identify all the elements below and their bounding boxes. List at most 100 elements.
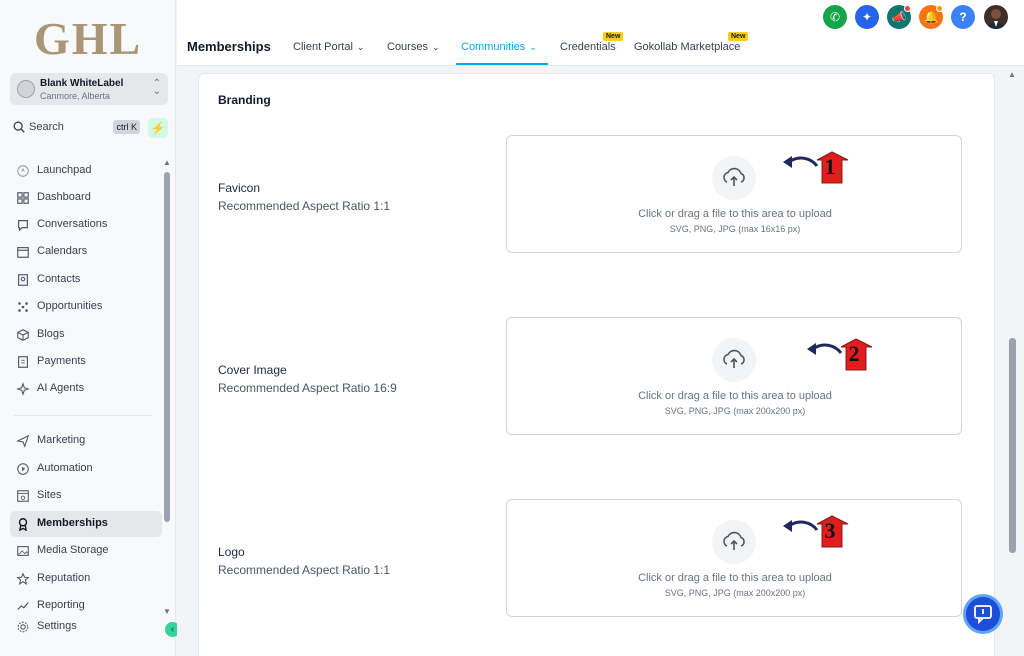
quick-action-bolt-icon[interactable]: ⚡ — [148, 118, 168, 138]
help-icon[interactable]: ? — [951, 5, 975, 29]
gear-icon — [17, 621, 29, 633]
sidebar-item-label: Reputation — [37, 572, 91, 584]
chevron-updown-icon: ⌃ ⌄ — [152, 78, 161, 97]
tab-communities[interactable]: Communities ⌄ — [461, 41, 537, 53]
search-icon — [13, 121, 25, 133]
sidebar-scroll-down-icon[interactable]: ▼ — [163, 607, 171, 616]
grid-icon — [17, 192, 29, 204]
user-avatar-icon — [987, 9, 1005, 29]
notification-dot — [936, 5, 943, 12]
sidebar-item-label: Contacts — [37, 273, 81, 285]
sidebar-item-marketing[interactable]: Marketing — [10, 428, 162, 454]
opportunities-icon — [18, 302, 28, 312]
sidebar-scrollbar[interactable] — [164, 172, 170, 522]
tab-label: Gokollab Marketplace — [634, 41, 741, 53]
logo-upload-dropzone[interactable]: Click or drag a file to this area to upl… — [506, 499, 962, 617]
phone-icon[interactable]: ✆ — [823, 5, 847, 29]
send-icon — [16, 434, 30, 448]
sidebar-item-dashboard[interactable]: Dashboard — [10, 185, 162, 211]
sidebar-item-memberships[interactable]: Memberships — [10, 511, 162, 537]
tab-label: Client Portal — [293, 41, 353, 53]
account-name: Blank WhiteLabel — [40, 78, 124, 89]
receipt-icon — [18, 356, 28, 368]
sidebar-item-automation[interactable]: Automation — [10, 456, 162, 482]
sparkle-icon — [16, 382, 30, 396]
magic-wand-icon[interactable]: ✦ — [855, 5, 879, 29]
tab-label: Communities — [461, 41, 526, 53]
sidebar-item-label: AI Agents — [37, 382, 85, 394]
sites-icon — [17, 490, 29, 502]
search-button[interactable]: Search ctrl K — [10, 118, 142, 138]
sidebar-item-settings[interactable]: Settings — [10, 614, 162, 640]
notification-dot — [904, 5, 911, 12]
main-scroll-up-icon[interactable]: ▲ — [1008, 70, 1016, 79]
sidebar-item-label: Dashboard — [37, 191, 91, 203]
sidebar-item-reputation[interactable]: Reputation — [10, 566, 162, 592]
sidebar-item-label: Blogs — [37, 328, 65, 340]
sidebar-item-calendars[interactable]: Calendars — [10, 239, 162, 265]
sidebar-item-sites[interactable]: Sites — [10, 483, 162, 509]
logo-title: Logo — [218, 545, 245, 559]
sidebar-item-conversations[interactable]: Conversations — [10, 212, 162, 238]
annotation-number: 1 — [824, 154, 836, 179]
sidebar-item-blogs[interactable]: Blogs — [10, 322, 162, 348]
chevron-down-icon: ⌄ — [529, 42, 537, 52]
cover-image-upload-dropzone[interactable]: Click or drag a file to this area to upl… — [506, 317, 962, 435]
sidebar-item-label: Media Storage — [37, 544, 109, 556]
page-title: Memberships — [187, 39, 271, 54]
cover-image-title: Cover Image — [218, 363, 287, 377]
tab-gokollab-marketplace[interactable]: Gokollab Marketplace — [634, 41, 740, 53]
sidebar-divider — [14, 415, 152, 416]
active-tab-indicator — [456, 63, 548, 65]
upload-hint: Click or drag a file to this area to upl… — [638, 390, 832, 402]
upload-icon — [712, 156, 756, 200]
upload-formats: SVG, PNG, JPG (max 200x200 px) — [664, 588, 806, 598]
account-avatar-icon — [17, 80, 35, 98]
main-scrollbar[interactable] — [1009, 338, 1016, 553]
upload-formats: SVG, PNG, JPG (max 200x200 px) — [664, 406, 806, 416]
favicon-subtitle: Recommended Aspect Ratio 1:1 — [218, 199, 391, 213]
star-icon — [16, 572, 30, 585]
tab-label: Credentials — [560, 41, 616, 53]
sidebar-item-payments[interactable]: Payments — [10, 349, 162, 375]
section-heading: Branding — [218, 93, 271, 107]
sidebar-item-label: Payments — [37, 355, 86, 367]
search-label: Search — [29, 121, 64, 133]
award-icon — [18, 518, 28, 531]
annotation-number: 2 — [848, 341, 860, 366]
account-switcher[interactable]: Blank WhiteLabel Canmore, Alberta ⌃ ⌄ — [10, 73, 168, 105]
rocket-icon — [17, 165, 29, 177]
upload-icon — [712, 338, 756, 382]
upload-hint: Click or drag a file to this area to upl… — [638, 208, 832, 220]
chat-support-button[interactable] — [963, 594, 1003, 634]
sidebar-item-label: Memberships — [37, 517, 108, 529]
sidebar-item-label: Calendars — [37, 245, 88, 257]
image-icon — [17, 546, 29, 556]
new-badge: New — [728, 32, 749, 41]
sidebar: GHL Blank WhiteLabel Canmore, Alberta ⌃ ⌄… — [0, 0, 180, 656]
sidebar-item-opportunities[interactable]: Opportunities — [10, 294, 162, 320]
avatar[interactable] — [984, 5, 1008, 29]
sidebar-item-label: Reporting — [37, 599, 85, 611]
sidebar-item-contacts[interactable]: Contacts — [10, 267, 162, 293]
sidebar-item-ai-agents[interactable]: AI Agents — [10, 376, 162, 402]
chat-icon — [18, 220, 28, 232]
trend-icon — [17, 602, 29, 610]
favicon-upload-dropzone[interactable]: Click or drag a file to this area to upl… — [506, 135, 962, 253]
search-shortcut: ctrl K — [113, 120, 140, 134]
sidebar-item-label: Sites — [37, 489, 62, 501]
sidebar-item-label: Settings — [37, 620, 77, 632]
sidebar-item-label: Conversations — [37, 218, 108, 230]
sidebar-item-launchpad[interactable]: Launchpad — [10, 158, 162, 184]
sidebar-item-label: Opportunities — [37, 300, 103, 312]
calendar-icon — [17, 247, 29, 258]
sidebar-item-label: Automation — [37, 462, 93, 474]
tab-label: Courses — [387, 41, 428, 53]
tab-credentials[interactable]: Credentials — [560, 41, 616, 53]
sidebar-scroll-up-icon[interactable]: ▲ — [163, 158, 171, 167]
tab-client-portal[interactable]: Client Portal ⌄ — [293, 41, 364, 53]
tab-courses[interactable]: Courses ⌄ — [387, 41, 440, 53]
contacts-icon — [18, 274, 28, 286]
logo: GHL — [34, 13, 143, 64]
sidebar-item-media-storage[interactable]: Media Storage — [10, 538, 162, 564]
